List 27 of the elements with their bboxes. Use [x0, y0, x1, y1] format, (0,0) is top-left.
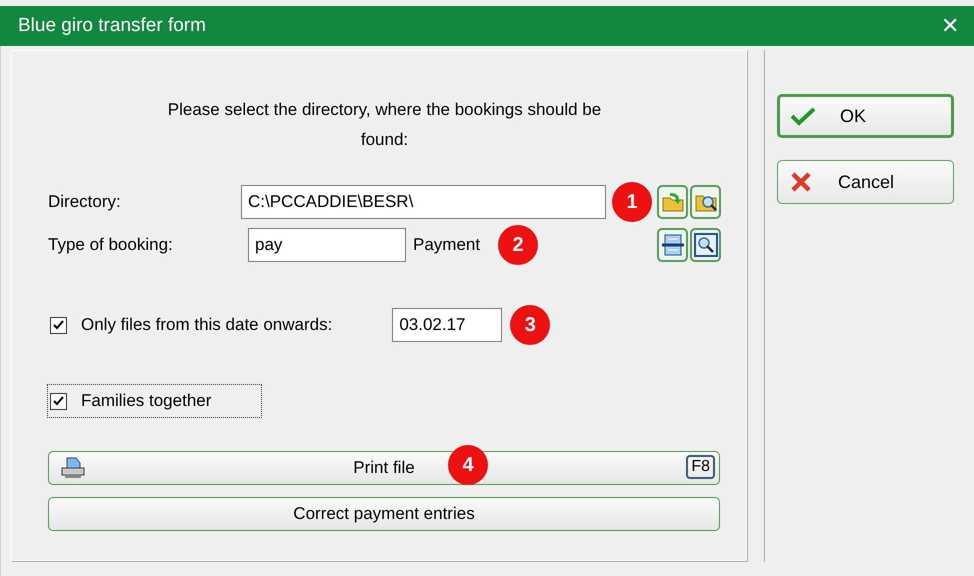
booking-type-field[interactable]: pay [248, 228, 406, 262]
checkbox[interactable] [50, 316, 67, 334]
ok-button[interactable]: OK [777, 94, 954, 138]
booking-type-label: Type of booking: [48, 235, 174, 255]
families-label: Families together [81, 391, 212, 411]
directory-field[interactable]: C:\PCCADDIE\BESR\ [241, 185, 606, 219]
checkmark-icon [790, 106, 816, 126]
printer-icon [59, 456, 87, 480]
families-checkbox[interactable]: Families together [48, 385, 262, 417]
window-title: Blue giro transfer form [18, 15, 206, 37]
marker-badge: 1 [612, 182, 652, 222]
booking-type-description: Payment [413, 235, 480, 255]
cancel-button[interactable]: Cancel [777, 160, 954, 204]
correct-entries-button[interactable]: Correct payment entries [48, 497, 720, 531]
marker-badge: 2 [498, 225, 538, 265]
folder-search-icon[interactable] [690, 185, 721, 219]
instruction-text: Please select the directory, where the bookings should be found: [166, 99, 602, 151]
checkbox[interactable] [50, 392, 67, 410]
date-field[interactable]: 03.02.17 [392, 308, 502, 342]
marker-badge: 3 [510, 305, 550, 345]
list-icon[interactable] [657, 228, 688, 262]
close-button[interactable]: ✕ [926, 6, 974, 46]
date-filter-checkbox[interactable]: Only files from this date onwards: [48, 309, 332, 341]
search-icon[interactable] [690, 228, 721, 262]
date-filter-label: Only files from this date onwards: [81, 315, 332, 335]
directory-label: Directory: [48, 192, 122, 212]
shortcut-key: F8 [686, 455, 715, 479]
